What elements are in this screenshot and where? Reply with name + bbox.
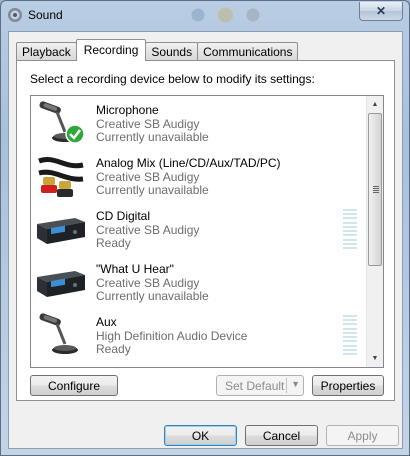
speaker-icon <box>8 8 22 22</box>
tab-playback[interactable]: Playback <box>16 42 77 61</box>
device-name: CD Digital <box>96 209 151 223</box>
level-meter <box>343 315 357 355</box>
configure-button[interactable]: Configure <box>30 375 118 396</box>
split-divider <box>286 378 287 393</box>
device-name: Microphone <box>96 103 159 117</box>
device-status: Ready <box>96 342 131 356</box>
device-status: Ready <box>96 236 131 250</box>
device-name: "What U Hear" <box>96 262 174 276</box>
device-driver: Creative SB Audigy <box>96 276 200 290</box>
set-default-split-button[interactable]: Set Default ▼ <box>216 375 304 396</box>
scrollbar-thumb[interactable] <box>368 113 382 266</box>
tab-sounds[interactable]: Sounds <box>145 42 199 61</box>
device-status: Currently unavailable <box>96 289 209 303</box>
list-item-cd-digital[interactable]: CD Digital Creative SB Audigy Ready <box>31 202 369 255</box>
device-name: Analog Mix (Line/CD/Aux/TAD/PC) <box>96 156 281 170</box>
recording-device-list[interactable]: Microphone Creative SB Audigy Currently … <box>30 95 384 368</box>
grip-icon <box>373 186 379 193</box>
title-decoration <box>176 5 286 25</box>
device-driver: Creative SB Audigy <box>96 117 200 131</box>
ok-button[interactable]: OK <box>164 425 237 446</box>
dialog-client-area: Playback Recording Sounds Communications… <box>8 31 403 449</box>
vertical-scrollbar[interactable]: ▲ ▼ <box>366 96 383 367</box>
dropdown-arrow-icon[interactable]: ▼ <box>291 379 300 389</box>
device-driver: Creative SB Audigy <box>96 170 200 184</box>
apply-button[interactable]: Apply <box>326 425 399 446</box>
tab-strip: Playback Recording Sounds Communications <box>16 39 299 61</box>
list-item-aux[interactable]: Aux High Definition Audio Device Ready <box>31 308 369 361</box>
device-status: Currently unavailable <box>96 183 209 197</box>
list-item-what-u-hear[interactable]: "What U Hear" Creative SB Audigy Current… <box>31 255 369 308</box>
properties-button[interactable]: Properties <box>312 375 384 396</box>
device-name: Aux <box>96 315 117 329</box>
window-title: Sound <box>28 8 63 22</box>
cancel-button[interactable]: Cancel <box>245 425 318 446</box>
sound-dialog: Sound ✕ Playback Recording Sounds Commun… <box>0 0 410 456</box>
device-driver: Creative SB Audigy <box>96 223 200 237</box>
title-bar[interactable]: Sound ✕ <box>1 1 409 31</box>
device-status: Currently unavailable <box>96 130 209 144</box>
level-meter <box>343 209 357 249</box>
close-button[interactable]: ✕ <box>359 2 403 21</box>
audio-device-icon <box>37 218 85 244</box>
rca-cable-icon <box>38 157 84 197</box>
recording-tab-panel: Select a recording device below to modif… <box>16 60 395 401</box>
instruction-text: Select a recording device below to modif… <box>30 72 315 86</box>
tab-communications[interactable]: Communications <box>197 42 299 61</box>
microphone-icon <box>39 313 78 354</box>
microphone-default-icon <box>39 101 85 144</box>
scroll-up-arrow-icon[interactable]: ▲ <box>367 96 383 113</box>
list-item-microphone[interactable]: Microphone Creative SB Audigy Currently … <box>31 96 369 149</box>
tab-recording[interactable]: Recording <box>75 39 147 61</box>
device-driver: High Definition Audio Device <box>96 329 248 343</box>
audio-device-icon <box>37 271 85 297</box>
scroll-down-arrow-icon[interactable]: ▼ <box>367 350 383 367</box>
list-item-analog-mix[interactable]: Analog Mix (Line/CD/Aux/TAD/PC) Creative… <box>31 149 369 202</box>
